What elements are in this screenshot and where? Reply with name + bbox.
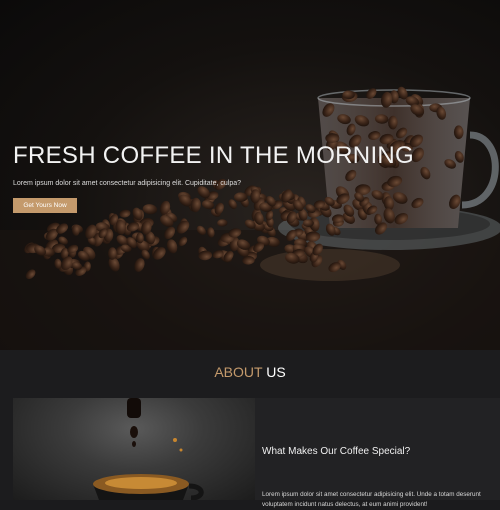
about-heading: ABOUT US — [0, 364, 500, 380]
hero-background-image — [0, 86, 500, 350]
coffee-cup-image — [13, 398, 255, 500]
get-yours-now-button[interactable]: Get Yours Now — [13, 198, 77, 213]
hero-section: FRESH COFFEE IN THE MORNING Lorem ipsum … — [0, 0, 500, 350]
about-section: ABOUT US What Makes Our Coffee Special? … — [0, 350, 500, 508]
about-card: What Makes Our Coffee Special? Lorem ips… — [255, 398, 500, 508]
hero-title: FRESH COFFEE IN THE MORNING — [13, 142, 415, 169]
card-text: Lorem ipsum dolor sit amet consectetur a… — [262, 491, 481, 508]
about-heading-rest: US — [266, 364, 286, 380]
hero-subtitle: Lorem ipsum dolor sit amet consectetur a… — [13, 180, 242, 187]
about-heading-accent: ABOUT — [214, 364, 263, 380]
card-title: What Makes Our Coffee Special? — [262, 446, 411, 457]
